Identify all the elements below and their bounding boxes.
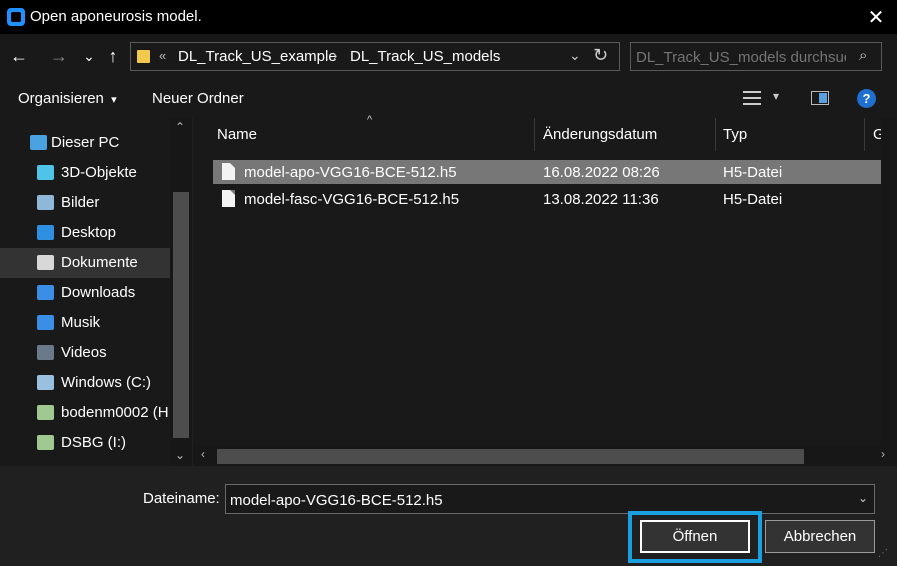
file-name: model-fasc-VGG16-BCE-512.h5	[244, 191, 460, 208]
command-bar: Organisieren ▾ Neuer Ordner ▾ ?	[0, 80, 897, 118]
music-icon	[37, 315, 54, 330]
filename-label: Dateiname:	[143, 490, 220, 507]
image-icon	[37, 195, 54, 210]
sort-ascending-icon: ^	[367, 114, 373, 126]
view-dropdown-caret-icon[interactable]: ▾	[773, 89, 779, 103]
computer-icon	[30, 135, 47, 150]
organise-button[interactable]: Organisieren ▾	[18, 90, 117, 107]
column-header-date[interactable]: Änderungsdatum	[543, 126, 657, 143]
column-header-row: Name ^ Änderungsdatum Typ Grö	[193, 114, 897, 151]
scroll-down-icon[interactable]: ⌄	[175, 448, 185, 462]
file-name: model-apo-VGG16-BCE-512.h5	[244, 164, 457, 181]
sidebar-item-bodenm0002-h[interactable]: bodenm0002 (H	[0, 398, 170, 428]
sidebar-item-label: Downloads	[61, 284, 136, 301]
address-bar[interactable]: « DL_Track_US_example › DL_Track_US_mode…	[130, 42, 620, 71]
dialog-footer: Dateiname: ⌄ Öffnen Abbrechen ⋰	[0, 466, 897, 566]
sidebar-item-label: Desktop	[61, 224, 117, 241]
window-title: Open aponeurosis model.	[30, 8, 202, 25]
sidebar-item-3d-objekte[interactable]: 3D-Objekte	[0, 158, 170, 188]
sidebar-item-label: Windows (C:)	[61, 374, 152, 391]
search-box[interactable]: ⌕	[630, 42, 882, 71]
breadcrumb-separator[interactable]: ›	[333, 48, 337, 63]
sidebar-item-bilder[interactable]: Bilder	[0, 188, 170, 218]
sidebar-item-musik[interactable]: Musik	[0, 308, 170, 338]
sidebar-item-videos[interactable]: Videos	[0, 338, 170, 368]
file-type: H5-Datei	[723, 191, 783, 208]
document-icon	[37, 255, 54, 270]
sidebar-scroll-thumb[interactable]	[173, 192, 189, 438]
sidebar-item-dokumente[interactable]: Dokumente	[0, 248, 170, 278]
sidebar-scrollbar[interactable]: ⌃ ⌄	[170, 118, 192, 466]
download-icon	[37, 285, 54, 300]
cancel-button[interactable]: Abbrechen	[765, 520, 875, 553]
file-date: 16.08.2022 08:26	[543, 164, 660, 181]
file-row[interactable]: model-apo-VGG16-BCE-512.h5 16.08.2022 08…	[213, 160, 897, 184]
filename-dropdown-icon[interactable]: ⌄	[858, 491, 868, 505]
search-input[interactable]	[636, 47, 846, 67]
column-header-type[interactable]: Typ	[723, 126, 747, 143]
sidebar-item-label: 3D-Objekte	[61, 164, 137, 181]
filename-combobox[interactable]: ⌄	[225, 484, 875, 514]
new-folder-button[interactable]: Neuer Ordner	[152, 90, 244, 107]
help-icon[interactable]: ?	[857, 89, 876, 108]
sidebar-item-windows-c[interactable]: Windows (C:)	[0, 368, 170, 398]
recent-locations-chevron-icon[interactable]: ⌄	[78, 44, 100, 68]
title-bar: Open aponeurosis model. ✕	[0, 0, 897, 34]
file-list-vertical-scrollbar[interactable]	[881, 118, 897, 445]
close-icon[interactable]: ✕	[855, 0, 897, 34]
cube-icon	[37, 165, 54, 180]
scroll-right-icon[interactable]: ›	[881, 447, 885, 461]
sidebar-item-desktop[interactable]: Desktop	[0, 218, 170, 248]
organise-caret-icon: ▾	[111, 94, 117, 106]
desktop-icon	[37, 225, 54, 240]
sidebar-item-label: Musik	[61, 314, 101, 331]
sidebar-item-dsbg-i[interactable]: DSBG (I:)	[0, 428, 170, 458]
breadcrumb-dl-track-us-example[interactable]: DL_Track_US_example	[178, 48, 337, 65]
sidebar-item-label: bodenm0002 (H	[61, 404, 169, 421]
file-type: H5-Datei	[723, 164, 783, 181]
horizontal-scroll-thumb[interactable]	[217, 449, 804, 464]
navigation-bar: ← → ⌄ ↑ « DL_Track_US_example › DL_Track…	[0, 34, 897, 80]
network-drive-icon	[37, 405, 54, 420]
overflow-chevron-icon[interactable]: «	[159, 48, 166, 63]
column-divider[interactable]	[864, 118, 865, 151]
search-icon[interactable]: ⌕	[859, 47, 867, 64]
resize-grip-icon[interactable]: ⋰	[878, 548, 888, 559]
address-dropdown-icon[interactable]: ⌄	[569, 47, 581, 64]
sidebar-item-label: Bilder	[61, 194, 100, 211]
sidebar-item-dieser-pc[interactable]: Dieser PC	[0, 128, 170, 158]
file-icon	[222, 163, 235, 180]
column-header-name[interactable]: Name	[217, 126, 257, 143]
up-arrow-icon[interactable]: ↑	[102, 44, 124, 68]
view-options-icon[interactable]	[743, 91, 761, 105]
filename-input[interactable]	[230, 490, 840, 510]
column-divider[interactable]	[534, 118, 535, 151]
navigation-pane: Dieser PC 3D-Objekte Bilder Desktop Dokument…	[0, 118, 192, 466]
file-row[interactable]: model-fasc-VGG16-BCE-512.h5 13.08.2022 1…	[213, 187, 897, 211]
column-divider[interactable]	[715, 118, 716, 151]
file-list-horizontal-scrollbar[interactable]: ‹ ›	[193, 445, 897, 466]
sidebar-item-downloads[interactable]: Downloads	[0, 278, 170, 308]
sidebar-item-label: Dokumente	[61, 254, 138, 271]
scroll-up-icon[interactable]: ⌃	[175, 120, 185, 134]
breadcrumb-dl-track-us-models[interactable]: DL_Track_US_models	[350, 48, 500, 65]
file-date: 13.08.2022 11:36	[543, 191, 659, 208]
sidebar-item-label: DSBG (I:)	[61, 434, 127, 451]
open-button[interactable]: Öffnen	[640, 520, 750, 553]
video-icon	[37, 345, 54, 360]
scroll-left-icon[interactable]: ‹	[201, 447, 205, 461]
drive-c-icon	[37, 375, 54, 390]
sidebar-item-label: Dieser PC	[51, 134, 120, 151]
folder-icon	[137, 50, 150, 63]
forward-arrow-icon[interactable]: →	[48, 44, 70, 68]
sidebar-item-label: Videos	[61, 344, 107, 361]
refresh-icon[interactable]: ↻	[593, 45, 608, 66]
app-icon	[7, 8, 25, 26]
file-icon	[222, 190, 235, 207]
network-drive-icon	[37, 435, 54, 450]
file-list-pane: Name ^ Änderungsdatum Typ Grö model-apo-…	[193, 114, 897, 466]
organise-label: Organisieren	[18, 90, 104, 107]
preview-pane-icon[interactable]	[811, 91, 829, 105]
back-arrow-icon[interactable]: ←	[8, 44, 30, 68]
